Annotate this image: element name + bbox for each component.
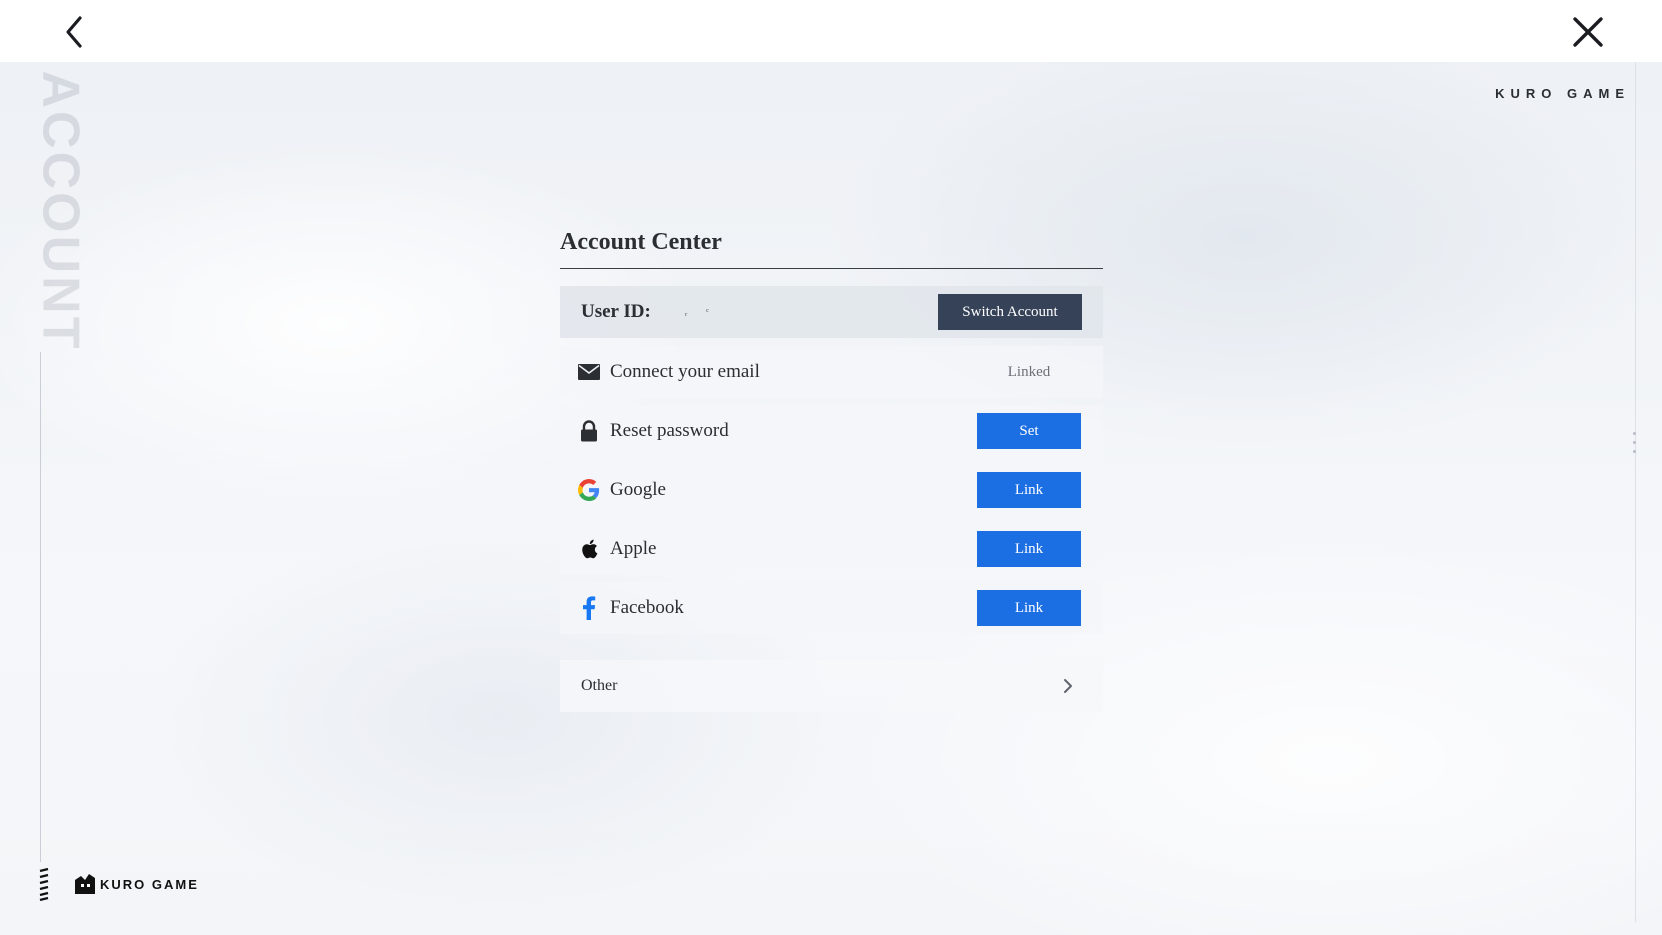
brand-bottom-text: KURO GAME xyxy=(100,876,199,892)
mail-icon xyxy=(577,361,601,383)
page-title: Account Center xyxy=(560,229,722,255)
side-watermark: ACCOUNT xyxy=(30,71,90,352)
brand-logo-top: KURO GAME xyxy=(1495,86,1630,101)
facebook-icon xyxy=(577,596,601,620)
link-apple-button[interactable]: Link xyxy=(977,531,1081,567)
close-button[interactable] xyxy=(1568,12,1608,52)
row-facebook: Facebook Link xyxy=(560,582,1103,634)
back-button[interactable] xyxy=(56,12,96,52)
chevron-left-icon xyxy=(66,16,82,48)
top-bar xyxy=(0,0,1662,62)
user-id-label: User ID: xyxy=(581,301,651,322)
row-google: Google Link xyxy=(560,464,1103,516)
switch-account-button[interactable]: Switch Account xyxy=(938,294,1082,330)
row-label: Apple xyxy=(610,538,657,559)
row-label: Google xyxy=(610,479,666,500)
stripes-icon xyxy=(39,867,49,901)
row-reset-password: Reset password Set xyxy=(560,405,1103,457)
link-facebook-button[interactable]: Link xyxy=(977,590,1081,626)
row-label: Reset password xyxy=(610,420,729,441)
other-label: Other xyxy=(581,677,618,694)
account-center-panel: Account Center User ID: ᵣ ᶜ Switch Accou… xyxy=(560,222,1103,712)
link-options-list: Connect your email Linked Reset password… xyxy=(560,346,1103,641)
other-options-row[interactable]: Other xyxy=(560,660,1103,712)
row-label: Facebook xyxy=(610,597,684,618)
user-id-row: User ID: ᵣ ᶜ Switch Account xyxy=(560,286,1103,338)
lock-icon xyxy=(577,420,601,442)
kuro-logo-icon xyxy=(75,874,95,894)
title-divider xyxy=(560,268,1103,269)
set-password-button[interactable]: Set xyxy=(977,413,1081,449)
more-dots-icon xyxy=(1632,432,1638,456)
google-icon xyxy=(577,479,601,501)
row-apple: Apple Link xyxy=(560,523,1103,575)
left-divider xyxy=(40,352,41,862)
apple-icon xyxy=(577,538,601,560)
row-connect-email: Connect your email Linked xyxy=(560,346,1103,398)
right-divider xyxy=(1635,62,1636,922)
user-id-value: ᵣ ᶜ xyxy=(684,306,717,318)
link-google-button[interactable]: Link xyxy=(977,472,1081,508)
linked-status: Linked xyxy=(1007,364,1051,380)
close-icon xyxy=(1573,17,1603,47)
brand-logo-bottom: KURO GAME xyxy=(38,864,199,904)
watermark-text: ACCOUNT xyxy=(31,70,90,352)
row-label: Connect your email xyxy=(610,361,760,382)
chevron-right-icon xyxy=(1064,679,1072,693)
